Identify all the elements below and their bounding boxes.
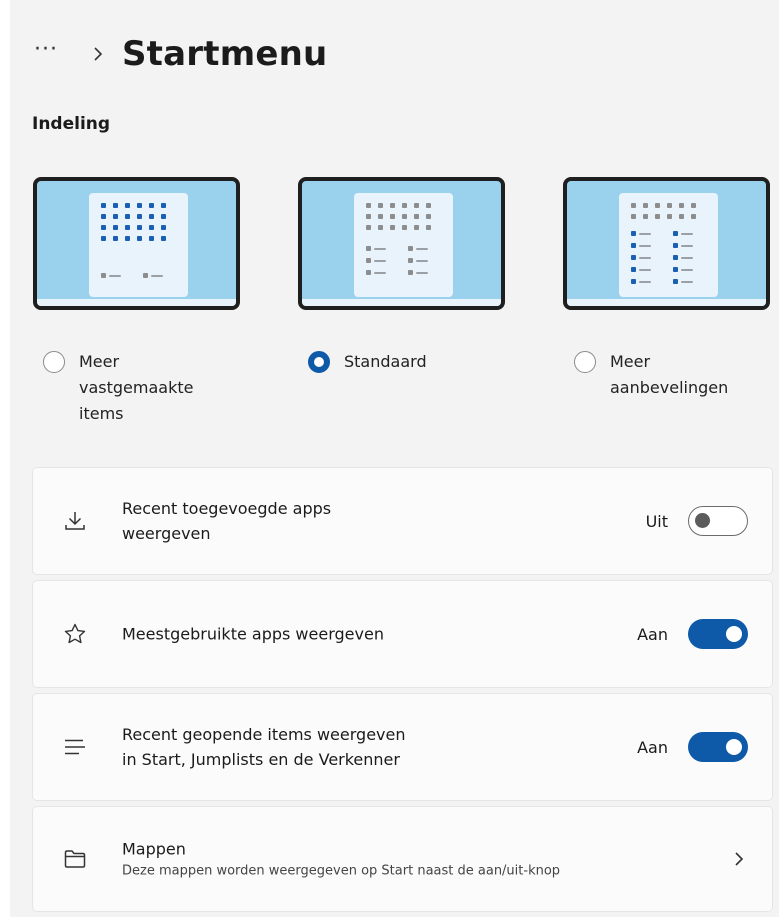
radio-button-default[interactable] bbox=[308, 351, 330, 373]
setting-label-most-used-apps: Meestgebruikte apps weergeven bbox=[122, 624, 384, 644]
setting-label-recent-apps: Recent toegevoegde apps weergeven bbox=[122, 499, 332, 543]
radio-label-default: Standaard bbox=[344, 352, 427, 371]
setting-recent-items[interactable]: Recent geopende items weergeven in Start… bbox=[32, 693, 773, 801]
setting-label-recent-items: Recent geopende items weergeven in Start… bbox=[122, 725, 406, 769]
setting-folders[interactable]: Mappen Deze mappen worden weergegeven op… bbox=[32, 806, 773, 912]
star-icon bbox=[63, 622, 87, 646]
layout-preview-more-recommendations[interactable] bbox=[563, 177, 770, 310]
radio-label-more-pins: Meer vastgemaakte items bbox=[79, 352, 194, 423]
setting-recent-apps[interactable]: Recent toegevoegde apps weergeven Uit bbox=[32, 467, 773, 575]
radio-option-more-recommendations[interactable]: Meer aanbevelingen bbox=[574, 349, 728, 401]
layout-preview-more-pins[interactable] bbox=[33, 177, 240, 310]
layout-preview-default[interactable] bbox=[298, 177, 505, 310]
chevron-right-icon[interactable] bbox=[730, 850, 748, 868]
breadcrumb-chevron-icon bbox=[84, 39, 112, 69]
folder-icon bbox=[63, 847, 87, 871]
toggle-state-label: Aan bbox=[637, 624, 668, 644]
setting-most-used-apps[interactable]: Meestgebruikte apps weergeven Aan bbox=[32, 580, 773, 688]
toggle-state-label: Uit bbox=[645, 511, 668, 531]
radio-button-more-pins[interactable] bbox=[43, 351, 65, 373]
download-icon bbox=[63, 509, 87, 533]
toggle-state-label: Aan bbox=[637, 737, 668, 757]
window-edge bbox=[0, 0, 10, 917]
toggle-switch-most-used-apps[interactable] bbox=[688, 619, 748, 649]
radio-button-more-recommendations[interactable] bbox=[574, 351, 596, 373]
page-title: Startmenu bbox=[122, 34, 328, 74]
radio-option-default[interactable]: Standaard bbox=[308, 349, 427, 375]
list-icon bbox=[63, 735, 87, 759]
setting-description-folders: Deze mappen worden weergegeven op Start … bbox=[122, 863, 561, 879]
radio-label-more-recommendations: Meer aanbevelingen bbox=[610, 352, 729, 397]
toggle-switch-recent-apps[interactable] bbox=[688, 506, 748, 536]
radio-option-more-pins[interactable]: Meer vastgemaakte items bbox=[43, 349, 193, 427]
toggle-switch-recent-items[interactable] bbox=[688, 732, 748, 762]
section-label-layout: Indeling bbox=[32, 114, 111, 134]
page-header: ··· Startmenu bbox=[34, 24, 327, 84]
setting-label-folders: Mappen Deze mappen worden weergegeven op… bbox=[122, 837, 560, 882]
more-options-button[interactable]: ··· bbox=[34, 39, 84, 61]
